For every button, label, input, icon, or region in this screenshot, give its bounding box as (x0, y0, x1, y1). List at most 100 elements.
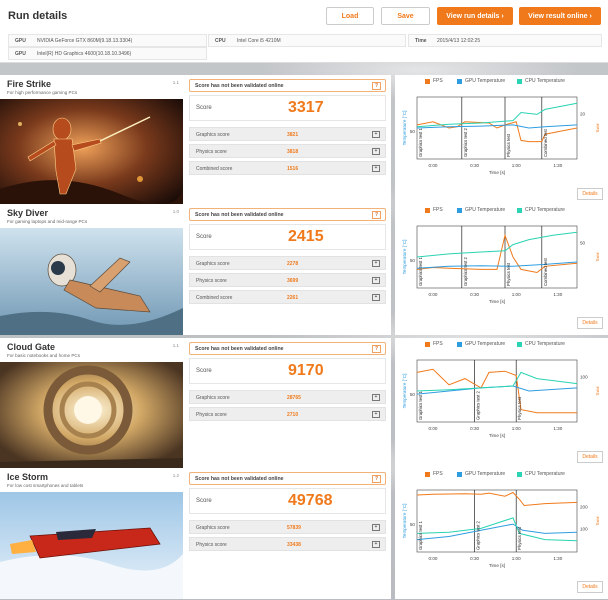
help-icon[interactable]: ? (372, 210, 381, 219)
phase-label: Graphics test 2 (476, 390, 481, 420)
phase-label: Physics test (517, 396, 522, 420)
details-button[interactable]: Details (577, 581, 603, 593)
time-info: Time 2015/4/13 12:02:25 (408, 34, 602, 47)
phase-label: Graphics test 2 (476, 520, 481, 550)
main-score-box: Score 9170 (189, 358, 386, 384)
x-tick-label: 0:30 (470, 556, 479, 561)
details-button[interactable]: Details (577, 451, 603, 463)
details-button[interactable]: Details (577, 188, 603, 200)
y-right-tick-label: 200 (580, 505, 588, 510)
test-name: Sky Diver (7, 208, 49, 218)
x-axis-label: Time [s] (489, 433, 505, 438)
y-left-tick-label: 50 (410, 522, 416, 527)
expand-icon[interactable]: + (372, 541, 380, 548)
validation-banner: Score has not been validated online ? (189, 208, 386, 221)
load-button[interactable]: Load (326, 7, 374, 25)
fps-swatch (425, 471, 430, 477)
sub-score-value: 28765 (287, 395, 301, 401)
cpu-swatch (517, 341, 522, 347)
sub-score-label: Physics score (196, 278, 227, 284)
legend-cpu: CPU Temperature (517, 207, 565, 213)
legend-gpu: GPU Temperature (457, 207, 505, 213)
expand-icon[interactable]: + (372, 165, 380, 172)
save-button[interactable]: Save (381, 7, 430, 25)
test-hero: Ice Storm For low cost smartphones and t… (0, 468, 183, 599)
validation-banner: Score has not been validated online ? (189, 79, 386, 92)
sub-score-value: 2278 (287, 261, 299, 267)
time-value: 2015/4/13 12:02:25 (437, 37, 481, 44)
score-label: Score (196, 498, 212, 504)
help-icon[interactable]: ? (372, 474, 381, 483)
main-score-box: Score 2415 (189, 224, 386, 250)
phase-label: Graphics test 2 (463, 127, 468, 157)
legend-cpu-label: CPU Temperature (525, 207, 565, 213)
gpu-label: GPU (15, 37, 26, 44)
sub-score-label: Graphics score (196, 132, 230, 138)
legend-cpu-label: CPU Temperature (525, 471, 565, 477)
legend-gpu: GPU Temperature (457, 78, 505, 84)
test-hero: Cloud Gate For basic notebooks and home … (0, 338, 183, 469)
legend-gpu-label: GPU Temperature (465, 471, 506, 477)
monitoring-panel: FPS GPU Temperature CPU Temperature Grap… (395, 468, 608, 599)
x-tick-label: 1:00 (512, 292, 521, 297)
test-hero: Fire Strike For high performance gaming … (0, 75, 183, 206)
test-name: Cloud Gate (7, 342, 56, 352)
phase-label: Physics test (506, 262, 511, 286)
test-version: 1.1 (172, 343, 179, 348)
x-tick-label: 1:00 (512, 163, 521, 168)
monitoring-panel: FPS GPU Temperature CPU Temperature Grap… (395, 204, 608, 335)
score-panel: Score has not been validated online ? Sc… (183, 204, 391, 335)
expand-icon[interactable]: + (372, 277, 380, 284)
fps-swatch (425, 207, 430, 213)
gpu1-info: GPU NVIDIA GeForce GTX 860M(9.18.13.3304) (8, 34, 207, 47)
expand-icon[interactable]: + (372, 260, 380, 267)
view-run-details-button[interactable]: View run details › (437, 7, 513, 25)
view-result-online-button[interactable]: View result online › (519, 7, 601, 25)
test-section-cloud-gate: Cloud Gate For basic notebooks and home … (0, 338, 608, 469)
cpu-swatch (517, 78, 522, 84)
test-version: 1.2 (172, 473, 179, 478)
expand-icon[interactable]: + (372, 148, 380, 155)
sub-score-value: 3821 (287, 132, 299, 138)
sub-score-row: Graphics score 2278 + (189, 256, 386, 270)
y-right-axis-label: FPS (595, 253, 600, 262)
score-value: 49768 (288, 492, 333, 509)
x-tick-label: 1:30 (553, 292, 562, 297)
y-left-axis-label: Temperature [°C] (402, 240, 407, 275)
expand-icon[interactable]: + (372, 394, 380, 401)
test-section-ice-storm: Ice Storm For low cost smartphones and t… (0, 468, 608, 599)
cpu-swatch (517, 207, 522, 213)
test-description: For gaming laptops and mid-range PCs (7, 219, 88, 224)
ice-storm-artwork (0, 492, 183, 599)
score-label: Score (196, 234, 212, 240)
sub-score-label: Physics score (196, 412, 227, 418)
gpu-swatch (457, 207, 462, 213)
expand-icon[interactable]: + (372, 524, 380, 531)
test-version: 1.0 (172, 209, 179, 214)
details-button[interactable]: Details (577, 317, 603, 329)
x-axis-label: Time [s] (489, 170, 505, 175)
y-right-tick-label: 100 (580, 375, 588, 380)
chevron-right-icon: › (501, 12, 504, 20)
x-tick-label: 0:00 (429, 556, 438, 561)
expand-icon[interactable]: + (372, 411, 380, 418)
sub-score-label: Graphics score (196, 261, 230, 267)
monitoring-chart: Graphics test 1 Graphics test 2 Physics te… (402, 359, 600, 438)
run-details-header: Run details Load Save View run details ›… (0, 0, 608, 63)
main-score-box: Score 3317 (189, 95, 386, 121)
test-hero: Sky Diver For gaming laptops and mid-ran… (0, 204, 183, 335)
help-icon[interactable]: ? (372, 344, 381, 353)
sub-score-value: 3699 (287, 278, 299, 284)
expand-icon[interactable]: + (372, 131, 380, 138)
expand-icon[interactable]: + (372, 294, 380, 301)
help-icon[interactable]: ? (372, 81, 381, 90)
x-tick-label: 0:00 (429, 292, 438, 297)
test-artwork (0, 362, 183, 469)
sub-score-value: 1516 (287, 166, 299, 172)
legend-cpu: CPU Temperature (517, 341, 565, 347)
view-result-online-label: View result online (528, 12, 588, 20)
legend-cpu-label: CPU Temperature (525, 78, 565, 84)
monitoring-chart: Graphics test 1 Graphics test 2 Physics te… (402, 225, 600, 304)
legend-fps-label: FPS (433, 341, 443, 347)
sub-score-row: Combined score 2261 + (189, 290, 386, 304)
